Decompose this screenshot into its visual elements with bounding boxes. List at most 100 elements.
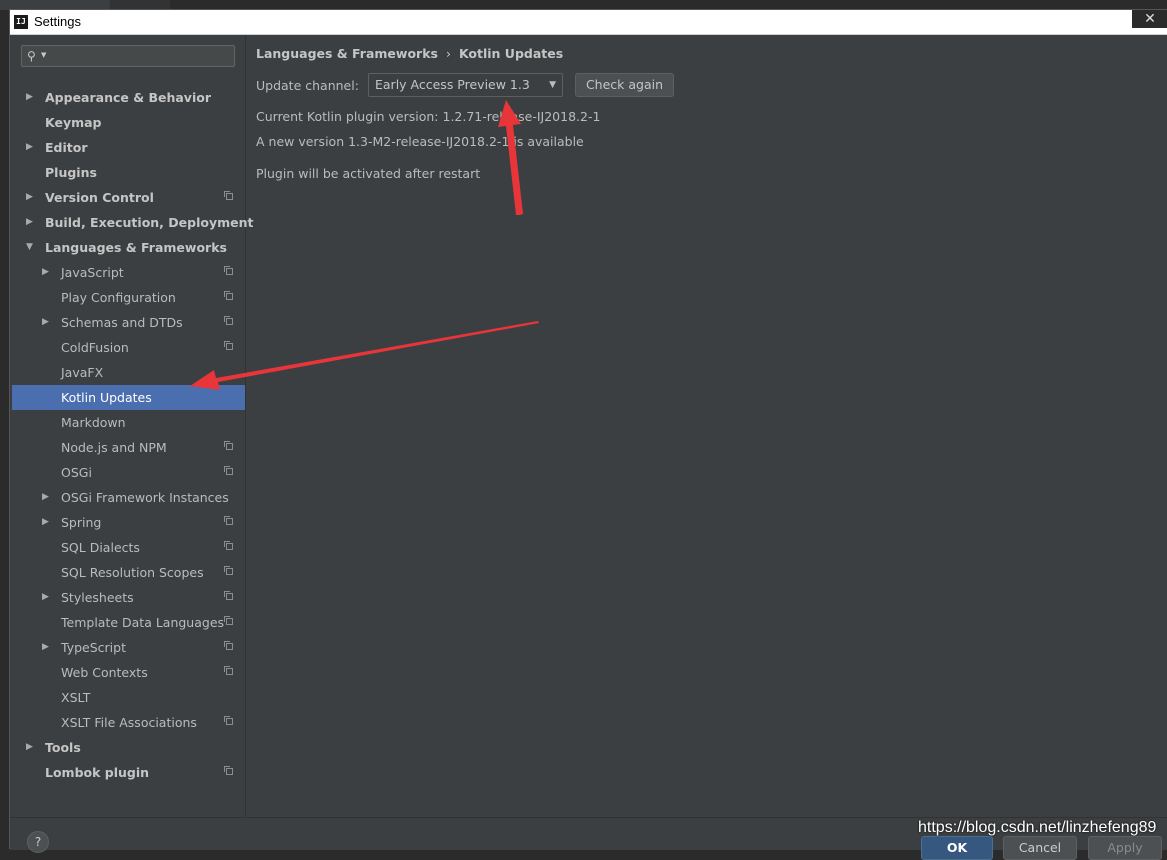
help-button[interactable]: ? [27,831,49,853]
sidebar-item-label: TypeScript [61,640,126,655]
collapsed-arrow-icon[interactable]: ▶ [26,185,36,210]
collapsed-arrow-icon[interactable]: ▶ [42,260,52,285]
sidebar-item-xslt-file-associations[interactable]: XSLT File Associations [12,710,245,735]
settings-sidebar: ⚲ ▼ ▶ Appearance & Behavior Keymap ▶ Editor P… [12,35,253,817]
collapsed-arrow-icon[interactable]: ▶ [26,135,36,160]
breadcrumb-current: Kotlin Updates [458,46,564,61]
collapsed-arrow-icon[interactable]: ▶ [26,85,36,110]
sidebar-item-coldfusion[interactable]: ColdFusion [12,335,245,360]
ok-button[interactable]: OK [921,836,993,860]
project-settings-icon [224,191,233,200]
sidebar-item-label: JavaFX [61,365,104,380]
sidebar-item-javascript[interactable]: ▶ JavaScript [12,260,245,285]
project-settings-icon [224,341,233,350]
sidebar-item-label: SQL Resolution Scopes [61,565,204,580]
sidebar-item-appearance-behavior[interactable]: ▶ Appearance & Behavior [12,85,245,110]
new-version-text: A new version 1.3-M2-release-IJ2018.2-1 … [256,134,584,149]
sidebar-item-label: Template Data Languages [61,615,225,630]
sidebar-item-languages-frameworks[interactable]: ▼ Languages & Frameworks [12,235,245,260]
sidebar-item-label: XSLT [61,690,91,705]
update-channel-label: Update channel: [256,78,359,93]
sidebar-item-stylesheets[interactable]: ▶ Stylesheets [12,585,245,610]
sidebar-item-label: Lombok plugin [45,765,150,780]
cancel-button[interactable]: Cancel [1003,836,1077,860]
sidebar-item-label: Spring [61,515,102,530]
sidebar-item-schemas-and-dtds[interactable]: ▶ Schemas and DTDs [12,310,245,335]
apply-button[interactable]: Apply [1088,836,1162,860]
sidebar-item-label: JavaScript [61,265,124,280]
project-settings-icon [224,541,233,550]
sidebar-item-label: OSGi Framework Instances [61,490,229,505]
sidebar-item-node-js-and-npm[interactable]: Node.js and NPM [12,435,245,460]
breadcrumb-parent[interactable]: Languages & Frameworks [256,46,438,61]
collapsed-arrow-icon[interactable]: ▶ [42,310,52,335]
sidebar-item-play-configuration[interactable]: Play Configuration [12,285,245,310]
kotlin-updates-panel: Languages & Frameworks › Kotlin Updates Up… [247,35,1167,817]
sidebar-item-label: Kotlin Updates [61,390,152,405]
breadcrumb-separator: › [445,46,451,61]
current-version-text: Current Kotlin plugin version: 1.2.71-re… [256,109,601,124]
sidebar-item-typescript[interactable]: ▶ TypeScript [12,635,245,660]
collapsed-arrow-icon[interactable]: ▶ [42,510,52,535]
sidebar-item-javafx[interactable]: JavaFX [12,360,245,385]
sidebar-item-label: Tools [45,740,81,755]
sidebar-item-label: OSGi [61,465,92,480]
sidebar-item-markdown[interactable]: Markdown [12,410,245,435]
sidebar-item-lombok-plugin[interactable]: Lombok plugin [12,760,245,785]
project-settings-icon [224,266,233,275]
sidebar-item-editor[interactable]: ▶ Editor [12,135,245,160]
title-bar: IJ Settings ✕ [10,10,1167,35]
project-settings-icon [224,516,233,525]
project-settings-icon [224,591,233,600]
collapsed-arrow-icon[interactable]: ▶ [42,485,52,510]
sidebar-item-xslt[interactable]: XSLT [12,685,245,710]
project-settings-icon [224,666,233,675]
close-button[interactable]: ✕ [1132,10,1167,28]
chevron-down-icon: ▼ [41,51,47,59]
sidebar-item-sql-dialects[interactable]: SQL Dialects [12,535,245,560]
project-settings-icon [224,566,233,575]
search-icon: ⚲ [27,49,36,63]
collapsed-arrow-icon[interactable]: ▶ [26,210,36,235]
sidebar-item-label: Version Control [45,190,154,205]
project-settings-icon [224,766,233,775]
chevron-down-icon: ▼ [549,80,556,90]
sidebar-item-label: Appearance & Behavior [45,90,211,105]
sidebar-item-label: Web Contexts [61,665,148,680]
collapsed-arrow-icon[interactable]: ▶ [42,585,52,610]
sidebar-item-sql-resolution-scopes[interactable]: SQL Resolution Scopes [12,560,245,585]
update-channel-value: Early Access Preview 1.3 [375,77,530,92]
sidebar-item-label: SQL Dialects [61,540,140,555]
sidebar-item-build-execution-deployment[interactable]: ▶ Build, Execution, Deployment [12,210,253,235]
collapsed-arrow-icon[interactable]: ▶ [26,735,36,760]
intellij-app-icon: IJ [14,15,28,29]
collapsed-arrow-icon[interactable]: ▶ [42,635,52,660]
sidebar-item-label: Keymap [45,115,102,130]
sidebar-item-osgi[interactable]: OSGi [12,460,245,485]
watermark: https://blog.csdn.net/linzhefeng89 [918,819,1157,836]
sidebar-item-label: XSLT File Associations [61,715,197,730]
sidebar-item-template-data-languages[interactable]: Template Data Languages [12,610,245,635]
sidebar-item-plugins[interactable]: Plugins [12,160,245,185]
search-input[interactable]: ⚲ ▼ [21,45,235,67]
sidebar-item-kotlin-updates[interactable]: Kotlin Updates [12,385,245,410]
check-again-button[interactable]: Check again [575,73,674,97]
sidebar-item-label: Node.js and NPM [61,440,167,455]
sidebar-item-label: Stylesheets [61,590,134,605]
restart-note: Plugin will be activated after restart [256,166,481,181]
project-settings-icon [224,316,233,325]
expanded-arrow-icon[interactable]: ▼ [26,235,36,260]
sidebar-item-spring[interactable]: ▶ Spring [12,510,245,535]
sidebar-item-tools[interactable]: ▶ Tools [12,735,245,760]
project-settings-icon [224,616,233,625]
sidebar-item-version-control[interactable]: ▶ Version Control [12,185,245,210]
update-channel-select[interactable]: Early Access Preview 1.3 ▼ [368,73,563,97]
project-settings-icon [224,441,233,450]
settings-dialog: IJ Settings ✕ ⚲ ▼ ▶ Appearance & Behavior… [9,9,1167,860]
project-settings-icon [224,641,233,650]
sidebar-item-keymap[interactable]: Keymap [12,110,245,135]
sidebar-item-web-contexts[interactable]: Web Contexts [12,660,245,685]
sidebar-item-osgi-framework-instances[interactable]: ▶ OSGi Framework Instances [12,485,245,510]
sidebar-item-label: Markdown [61,415,126,430]
sidebar-item-label: Languages & Frameworks [45,240,227,255]
